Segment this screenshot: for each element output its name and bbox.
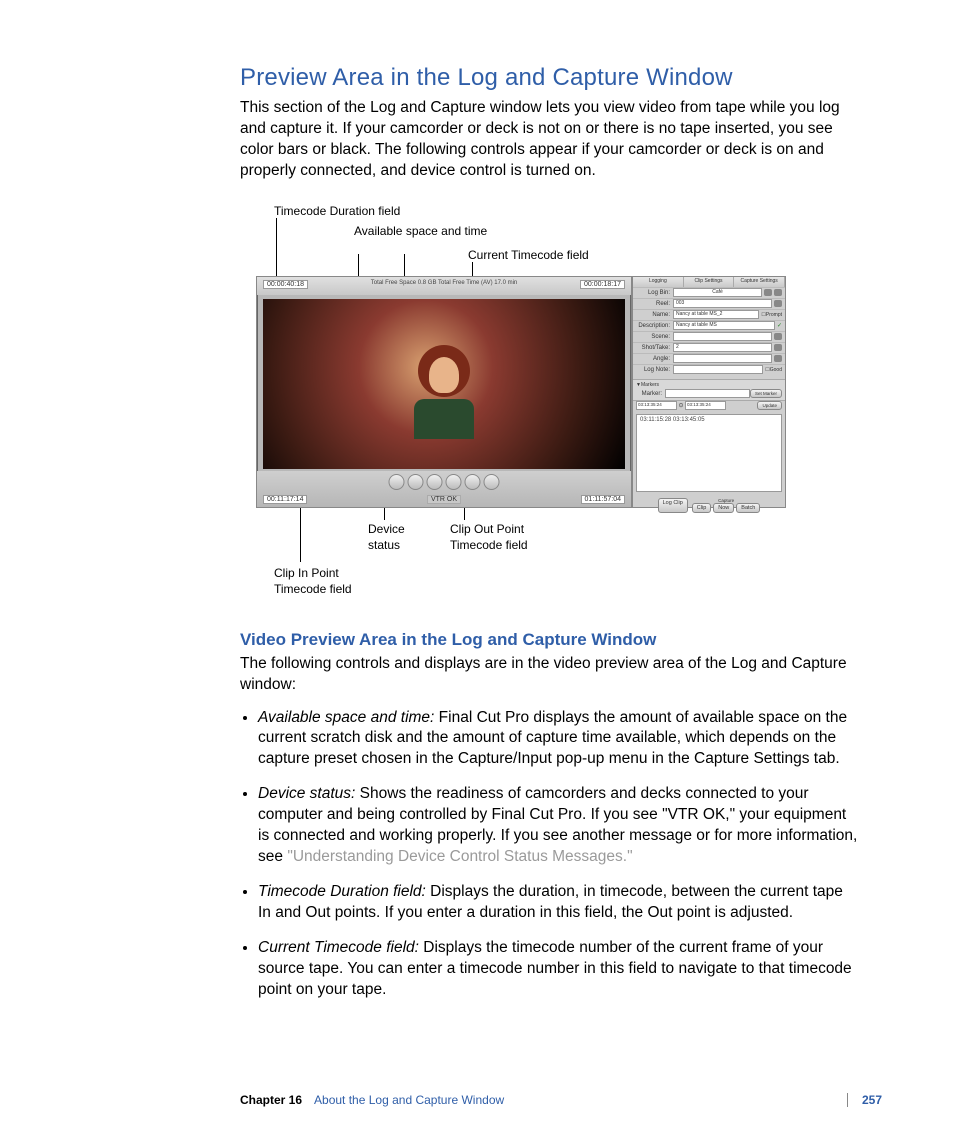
list-item: Device status: Shows the readiness of ca…	[258, 784, 860, 868]
callout-clip-out-l2: Timecode field	[450, 538, 528, 552]
diagram: Timecode Duration field Available space …	[240, 198, 860, 598]
callout-current-timecode: Current Timecode field	[468, 248, 589, 262]
capture-clip-button[interactable]: Clip	[692, 503, 711, 513]
name-field[interactable]: Nancy at table MS_2	[673, 310, 759, 319]
slate-icon[interactable]	[774, 300, 782, 307]
capture-button-row: Log Clip Capture Clip Now Batch	[633, 495, 785, 516]
marker-in-tc[interactable]: 03:13:35:24	[636, 401, 677, 410]
log-note-field[interactable]	[673, 365, 763, 374]
markers-section: ▼ Markers Marker:Set Marker	[633, 379, 785, 401]
slate-icon[interactable]	[774, 333, 782, 340]
rewind-button[interactable]	[389, 474, 405, 490]
sub-intro: The following controls and displays are …	[240, 654, 860, 696]
list-item: Timecode Duration field: Displays the du…	[258, 882, 860, 924]
callout-device-status-l1: Device	[368, 522, 405, 536]
link-device-status-messages[interactable]: "Understanding Device Control Status Mes…	[287, 848, 632, 865]
list-item: Available space and time: Final Cut Pro …	[258, 708, 860, 771]
update-button[interactable]: Update	[757, 401, 782, 410]
log-clip-button[interactable]: Log Clip	[658, 498, 688, 513]
tab-capture-settings[interactable]: Capture Settings	[734, 277, 785, 287]
tab-logging[interactable]: Logging	[633, 277, 684, 287]
set-marker-button[interactable]: Set Marker	[750, 389, 782, 398]
scene-field[interactable]	[673, 332, 772, 341]
timecode-duration-field[interactable]: 00:00:40:18	[263, 280, 308, 289]
intro-paragraph: This section of the Log and Capture wind…	[240, 98, 860, 182]
play-button[interactable]	[446, 474, 462, 490]
transport-bar: 00:11:17:14 VTR OK 01:11:57:04	[257, 471, 631, 507]
video-preview-area	[263, 299, 625, 469]
page-heading: Preview Area in the Log and Capture Wind…	[240, 64, 860, 92]
page-number: 257	[847, 1093, 882, 1107]
description-field[interactable]: Nancy at table MS	[673, 321, 775, 330]
chapter-title: About the Log and Capture Window	[314, 1093, 504, 1107]
capture-now-button[interactable]: Now	[713, 503, 734, 513]
current-timecode-field[interactable]: 00:00:18:17	[580, 280, 625, 289]
angle-field[interactable]	[673, 354, 772, 363]
shot-take-field[interactable]: 2	[673, 343, 772, 352]
new-bin-icon[interactable]	[774, 289, 782, 296]
capture-batch-button[interactable]: Batch	[736, 503, 760, 513]
panel-tabs: Logging Clip Settings Capture Settings	[633, 277, 785, 287]
window-header: 00:00:40:18 Total Free Space 0.8 GB Tota…	[257, 277, 631, 295]
callout-clip-out-l1: Clip Out Point	[450, 522, 524, 536]
marker-out-tc[interactable]: 03:13:35:24	[685, 401, 726, 410]
fast-fwd-button[interactable]	[484, 474, 500, 490]
logging-panel: Logging Clip Settings Capture Settings L…	[632, 276, 786, 508]
nav-up-icon[interactable]	[764, 289, 772, 296]
transport-controls[interactable]	[389, 474, 500, 490]
video-subject	[409, 345, 479, 435]
marker-list[interactable]: 03:11:15:28 03:13:45:05	[636, 414, 782, 492]
device-status-readout: VTR OK	[427, 495, 461, 504]
step-back-button[interactable]	[408, 474, 424, 490]
clip-in-timecode-field[interactable]: 00:11:17:14	[263, 495, 307, 504]
tab-clip-settings[interactable]: Clip Settings	[684, 277, 735, 287]
callout-device-status-l2: status	[368, 538, 400, 552]
page-footer: Chapter 16 About the Log and Capture Win…	[240, 1093, 882, 1107]
callout-clip-in-l1: Clip In Point	[274, 566, 339, 580]
slate-icon[interactable]	[774, 344, 782, 351]
list-item: Current Timecode field: Displays the tim…	[258, 938, 860, 1001]
callout-timecode-duration: Timecode Duration field	[274, 204, 400, 218]
log-capture-window: 00:00:40:18 Total Free Space 0.8 GB Tota…	[256, 276, 632, 508]
marker-tc-icon: ⊙	[677, 402, 685, 409]
step-fwd-button[interactable]	[465, 474, 481, 490]
callout-available-space-line1: Available space and time	[354, 224, 487, 238]
clip-out-timecode-field[interactable]: 01:11:57:04	[581, 495, 625, 504]
marker-list-entry: 03:11:15:28 03:13:45:05	[640, 417, 705, 423]
reel-field[interactable]: 003	[673, 299, 772, 308]
chapter-number: Chapter 16	[240, 1093, 302, 1107]
free-space-readout: Total Free Space 0.8 GB Total Free Time …	[371, 280, 518, 286]
sub-heading: Video Preview Area in the Log and Captur…	[240, 630, 860, 650]
check-icon: ✓	[777, 322, 782, 329]
log-bin-field[interactable]: Café	[673, 288, 762, 297]
marker-name-field[interactable]	[665, 389, 750, 398]
slate-icon[interactable]	[774, 355, 782, 362]
bullet-list: Available space and time: Final Cut Pro …	[240, 708, 860, 1001]
callout-clip-in-l2: Timecode field	[274, 582, 352, 596]
stop-button[interactable]	[427, 474, 443, 490]
